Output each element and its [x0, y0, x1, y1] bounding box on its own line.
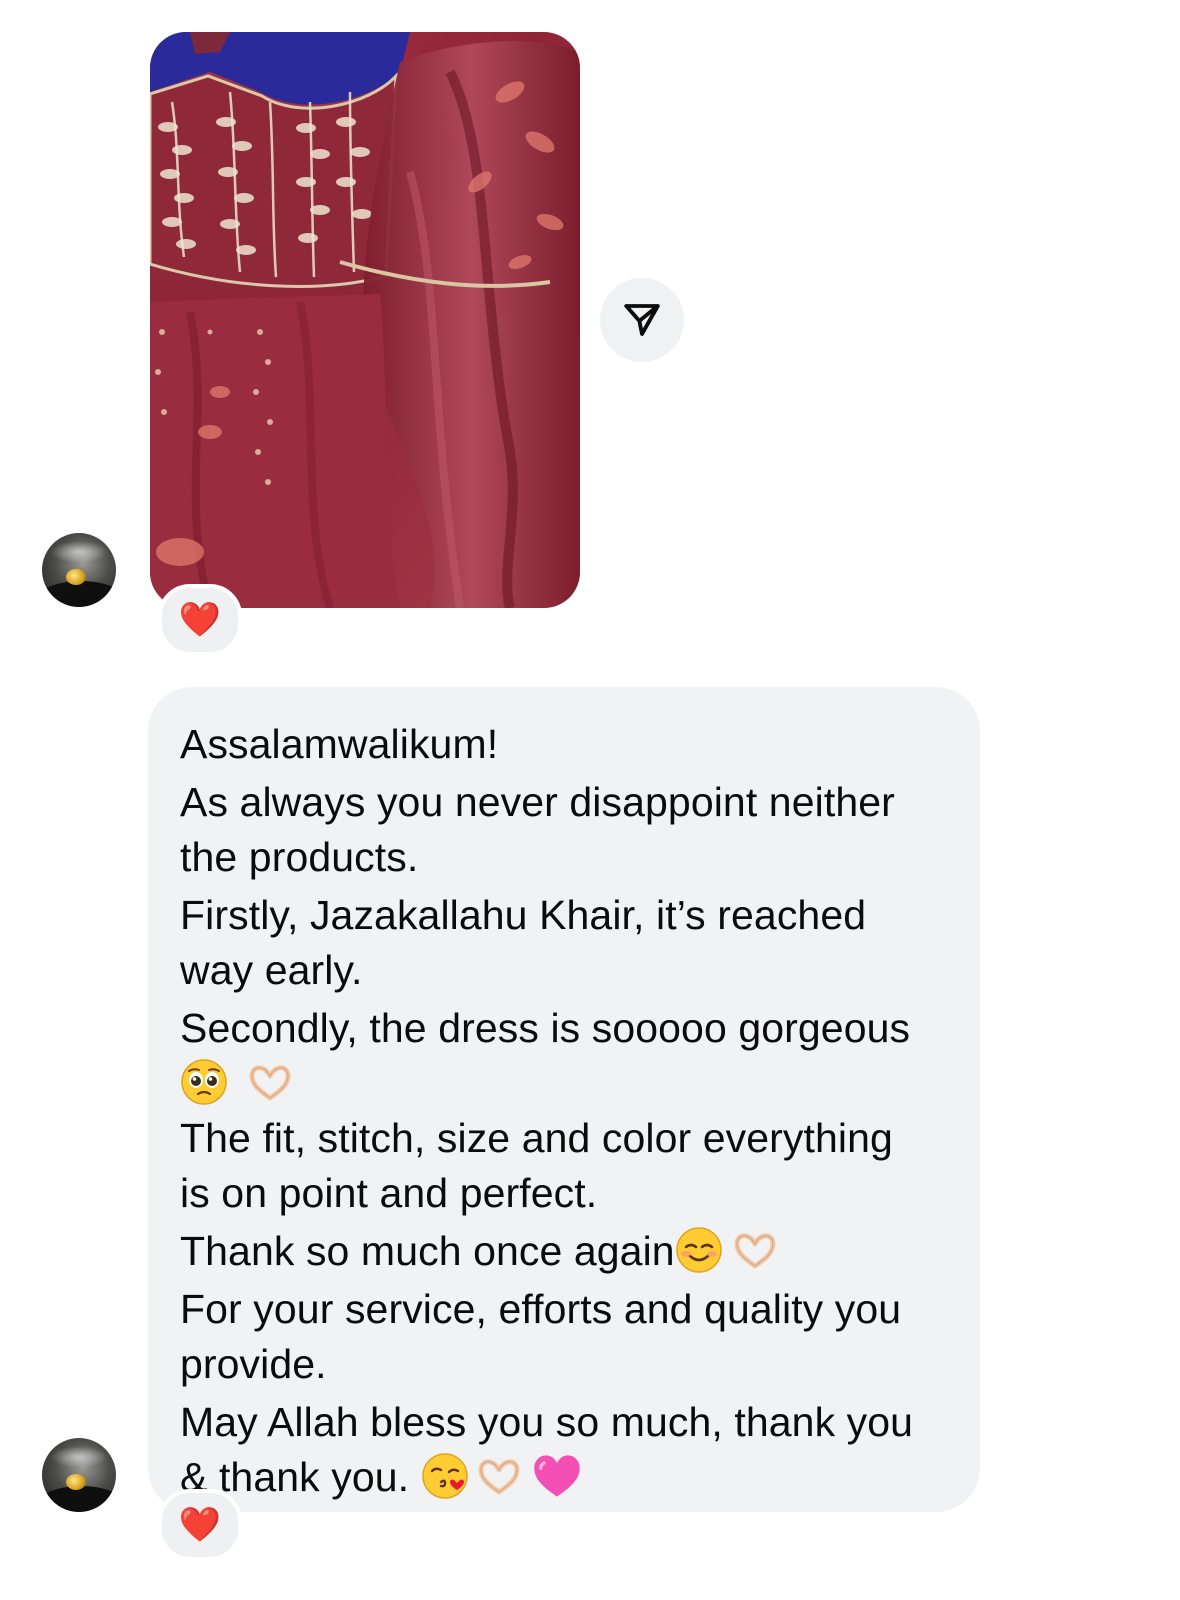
heart-hands-icon [246, 1058, 294, 1106]
message-line: way early. [180, 947, 363, 993]
avatar-highlight [50, 541, 108, 563]
sender-avatar[interactable] [42, 1438, 116, 1512]
pink-heart-icon [531, 1450, 583, 1502]
message-line: is on point and perfect. [180, 1170, 598, 1216]
message-line: For your service, efforts and quality yo… [180, 1286, 902, 1332]
image-reaction[interactable]: ❤️ [158, 584, 242, 656]
message-line: Secondly, the dress is sooooo gorgeous [180, 1005, 911, 1051]
message-line-text: Thank so much once again [180, 1228, 675, 1274]
avatar-highlight [50, 1446, 108, 1468]
photo-message[interactable] [150, 32, 580, 608]
dress-photo [150, 32, 580, 608]
avatar-dashboard [42, 581, 116, 607]
face-blowing-kiss-icon [421, 1452, 469, 1500]
message-line: provide. [180, 1341, 327, 1387]
avatar-dashboard [42, 1486, 116, 1512]
message-line: Assalamwalikum! [180, 721, 499, 767]
heart-hands-icon [731, 1226, 779, 1274]
message-line-with-emoji: Thank so much once again [180, 1224, 948, 1279]
message-line: The fit, stitch, size and color everythi… [180, 1115, 893, 1161]
message-line: As always you never disappoint neither [180, 779, 895, 825]
text-message-bubble[interactable]: Assalamwalikum! As always you never disa… [148, 687, 980, 1512]
text-reaction[interactable]: ❤️ [158, 1489, 242, 1561]
heart-hands-icon [475, 1452, 523, 1500]
message-line: May Allah bless you so much, thank you [180, 1399, 914, 1445]
message-line: the products. [180, 834, 419, 880]
message-line-with-emoji: & thank you. [180, 1450, 948, 1505]
message-line: Firstly, Jazakallahu Khair, it’s reached [180, 892, 867, 938]
heart-icon: ❤️ [178, 1506, 222, 1544]
message-line-emoji-only [180, 1056, 948, 1111]
smiling-face-icon [675, 1226, 723, 1274]
paper-plane-icon [624, 304, 660, 336]
avatar-flower [66, 1474, 86, 1490]
pleading-face-icon [180, 1058, 228, 1106]
avatar-flower [66, 569, 86, 585]
share-button[interactable] [600, 278, 684, 362]
sender-avatar[interactable] [42, 533, 116, 607]
heart-icon: ❤️ [178, 601, 222, 639]
